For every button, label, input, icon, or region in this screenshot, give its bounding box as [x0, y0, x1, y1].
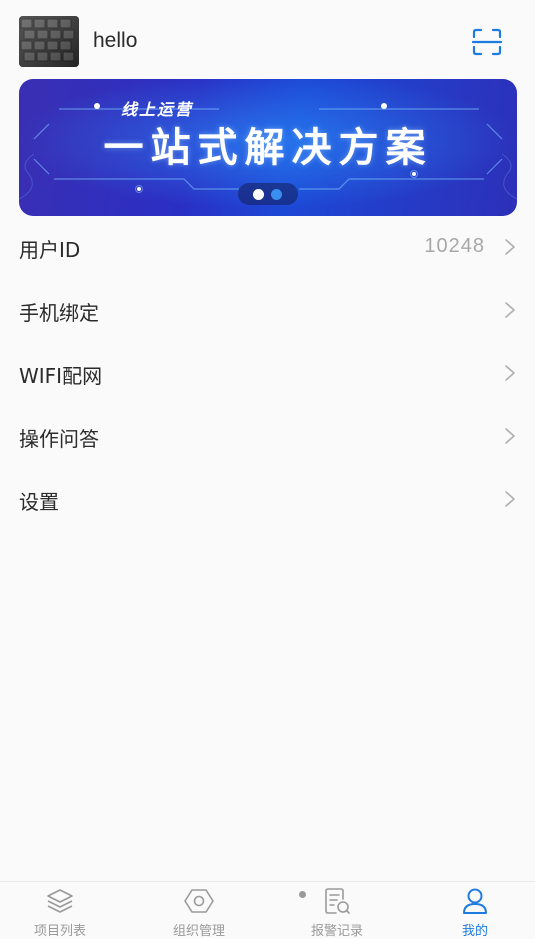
scan-button[interactable] — [471, 28, 503, 56]
menu-item-faq[interactable]: 操作问答 — [0, 405, 535, 468]
tab-label: 我的 — [461, 924, 488, 939]
tab-label: 报警记录 — [310, 924, 363, 939]
chevron-right-icon — [505, 302, 515, 318]
menu-item-wifi-config[interactable]: WIFI配网 — [0, 342, 535, 405]
tab-label: 组织管理 — [172, 924, 225, 939]
pager-dot[interactable] — [271, 189, 282, 200]
tab-label: 项目列表 — [33, 924, 86, 939]
chevron-right-icon — [505, 491, 515, 507]
banner-title: 一站式解决方案 — [103, 125, 433, 171]
notification-dot — [299, 891, 306, 898]
banner-pager — [238, 183, 298, 205]
menu-item-phone-binding[interactable]: 手机绑定 — [0, 279, 535, 342]
menu-item-label: 操作问答 — [19, 427, 99, 451]
user-icon — [463, 888, 487, 914]
report-icon — [325, 888, 350, 914]
promo-banner[interactable]: 线上运营 一站式解决方案 — [19, 79, 517, 216]
bottom-tab-bar: 项目列表 组织管理 报警记录 我的 — [0, 881, 535, 939]
tab-mine[interactable]: 我的 — [415, 882, 535, 939]
avatar[interactable] — [19, 16, 79, 67]
menu-item-label: 用户ID — [19, 238, 81, 262]
user-id-value: 10248 — [424, 235, 485, 257]
menu-item-label: 设置 — [19, 490, 59, 514]
tab-organization[interactable]: 组织管理 — [139, 882, 259, 939]
hexagon-icon — [184, 889, 214, 913]
layers-icon — [47, 889, 73, 913]
menu-item-label: 手机绑定 — [19, 301, 99, 325]
keyboard-photo-icon — [19, 16, 79, 67]
menu-item-user-id[interactable]: 用户ID 10248 — [0, 216, 535, 279]
chevron-right-icon — [505, 365, 515, 381]
menu-item-settings[interactable]: 设置 — [0, 468, 535, 531]
tab-alarm-records[interactable]: 报警记录 — [277, 882, 397, 939]
menu-item-label: WIFI配网 — [19, 364, 103, 388]
scan-icon — [471, 28, 503, 56]
pager-dot-active[interactable] — [253, 189, 264, 200]
chevron-right-icon — [505, 239, 515, 255]
tab-project-list[interactable]: 项目列表 — [0, 882, 120, 939]
header: hello — [0, 0, 535, 80]
chevron-right-icon — [505, 428, 515, 444]
username: hello — [93, 29, 138, 52]
profile-page: hello 线上运营 一站式解决方案 用户ID 10248 手机绑定 WIFI配… — [0, 0, 535, 939]
settings-menu: 用户ID 10248 手机绑定 WIFI配网 操作问答 设置 — [0, 216, 535, 531]
